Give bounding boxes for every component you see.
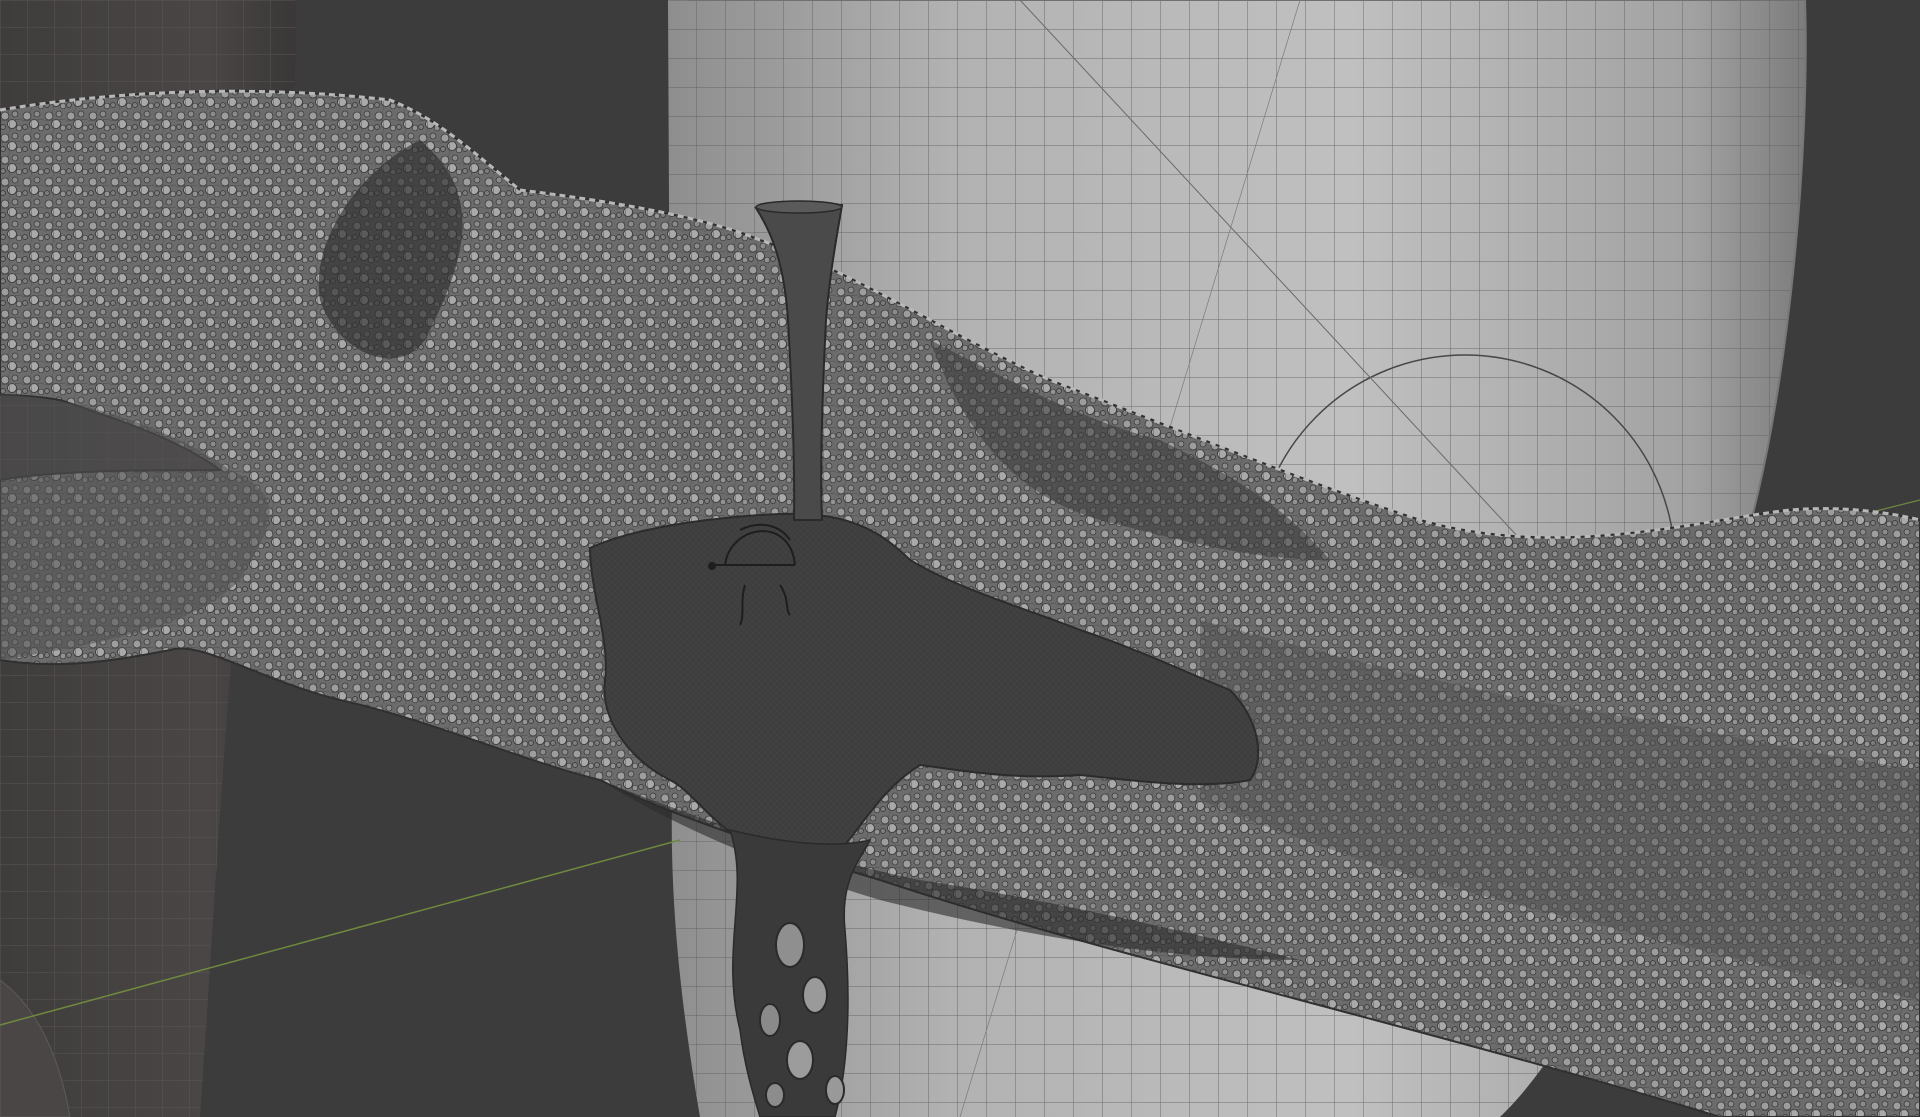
3d-viewport[interactable] [0, 0, 1920, 1117]
viewport-scene[interactable] [0, 0, 1920, 1117]
